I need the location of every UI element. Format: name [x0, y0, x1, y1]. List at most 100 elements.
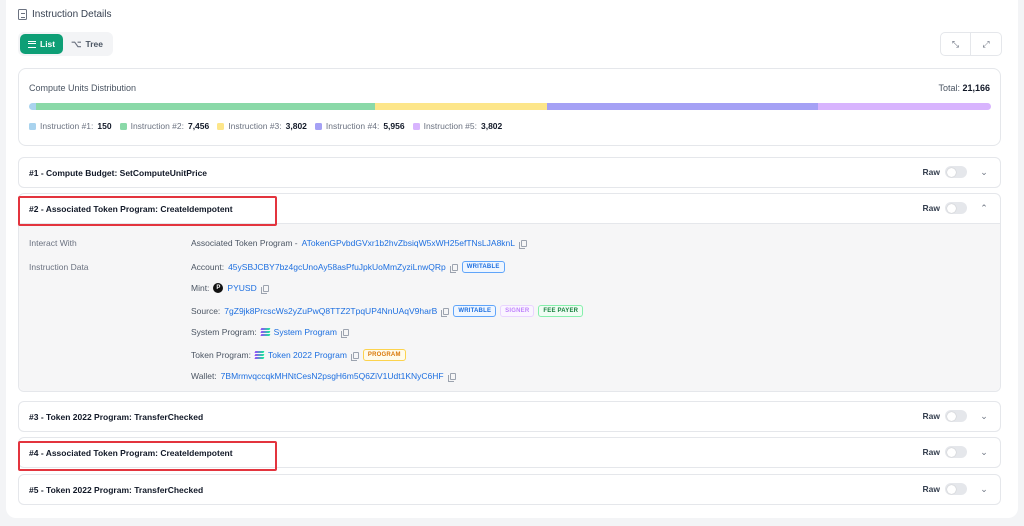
- writable-badge: WRITABLE: [453, 305, 497, 317]
- instruction-title: #1 - Compute Budget: SetComputeUnitPrice: [29, 168, 208, 178]
- mint-token[interactable]: PYUSD: [227, 283, 256, 293]
- wallet-row: Wallet: 7BMrmvqccqkMHNtCesN2psgH6m5Q6ZiV…: [191, 371, 456, 382]
- token-program-link[interactable]: Token 2022 Program: [268, 350, 347, 360]
- legend-label: Instruction #5:: [423, 121, 477, 131]
- section-header: Instruction Details: [18, 9, 111, 20]
- legend-item: Instruction #2: 7,456: [119, 121, 209, 131]
- interact-program-name: Associated Token Program -: [191, 238, 298, 248]
- source-address[interactable]: 7gZ9jk8PrcscWs2yZuPwQ8TTZ2TpqUP4NnUAqV9h…: [224, 306, 437, 316]
- token-program-row: Token Program: Token 2022 Program PROGRA…: [191, 349, 406, 361]
- list-view-label: List: [40, 39, 56, 49]
- copy-icon[interactable]: [340, 328, 349, 338]
- raw-label: Raw: [922, 167, 940, 177]
- legend-value: 3,802: [480, 121, 503, 131]
- expand-icon: ⤢: [982, 38, 990, 49]
- solana-icon: [254, 351, 265, 359]
- wallet-address[interactable]: 7BMrmvqccqkMHNtCesN2psgH6m5Q6ZiV1Udt1KNy…: [221, 371, 444, 381]
- mint-label: Mint:: [191, 283, 210, 293]
- legend-item: Instruction #5: 3,802: [412, 121, 503, 131]
- legend-label: Instruction #3:: [228, 121, 282, 131]
- legend-value: 150: [97, 121, 112, 131]
- chevron-down-icon[interactable]: ⌄: [978, 484, 990, 495]
- copy-icon[interactable]: [260, 284, 269, 294]
- raw-toggle[interactable]: [945, 483, 967, 495]
- account-address[interactable]: 45ySBJCBY7bz4gcUnoAy58asPfuJpkUoMmZyziLn…: [228, 262, 446, 272]
- source-row: Source: 7gZ9jk8PrcscWs2yZuPwQ8TTZ2TpqUP4…: [191, 305, 584, 317]
- copy-icon[interactable]: [441, 307, 450, 317]
- chevron-down-icon[interactable]: ⌄: [978, 167, 990, 178]
- system-program-row: System Program: System Program: [191, 327, 349, 338]
- legend-item: Instruction #1: 150: [29, 121, 112, 131]
- cu-segment-3: [374, 103, 548, 110]
- highlight-box: [18, 196, 277, 226]
- token-program-label: Token Program:: [191, 350, 251, 360]
- instruction-1-row[interactable]: #1 - Compute Budget: SetComputeUnitPrice…: [18, 157, 1001, 188]
- legend-item: Instruction #4: 5,956: [314, 121, 405, 131]
- cu-segment-1: [29, 103, 36, 110]
- solana-icon: [260, 328, 271, 336]
- cu-segment-4: [547, 103, 819, 110]
- instruction-5-row[interactable]: #5 - Token 2022 Program: TransferChecked…: [18, 474, 1001, 505]
- legend-swatch: [29, 122, 36, 130]
- copy-icon[interactable]: [449, 263, 458, 273]
- chevron-down-icon[interactable]: ⌄: [978, 411, 990, 422]
- section-title: Instruction Details: [32, 9, 112, 20]
- raw-label: Raw: [922, 484, 940, 494]
- raw-label: Raw: [922, 203, 940, 213]
- legend-value: 3,802: [285, 121, 307, 131]
- writable-badge: WRITABLE: [461, 261, 505, 273]
- legend-swatch: [314, 122, 322, 130]
- collapse-icon: ⤡: [951, 38, 960, 49]
- cu-segment-5: [818, 103, 991, 110]
- expand-all-button[interactable]: ⤢: [971, 32, 1002, 56]
- account-row: Account: 45ySBJCBY7bz4gcUnoAy58asPfuJpkU…: [191, 261, 505, 273]
- pyusd-token-icon: P: [213, 283, 224, 293]
- instruction-title: #5 - Token 2022 Program: TransferChecked: [29, 485, 204, 495]
- legend-item: Instruction #3: 3,802: [217, 121, 307, 131]
- raw-label: Raw: [922, 411, 940, 421]
- expand-collapse-controls: ⤡ ⤢: [940, 32, 1002, 56]
- source-label: Source:: [191, 306, 221, 316]
- system-program-label: System Program:: [191, 327, 257, 337]
- interact-with-label: Interact With: [29, 238, 77, 248]
- compute-units-card: Compute Units Distribution Total: 21,166…: [18, 68, 1001, 146]
- legend-value: 5,956: [383, 121, 405, 131]
- copy-icon[interactable]: [447, 372, 456, 382]
- mint-row: Mint: P PYUSD: [191, 283, 269, 294]
- interact-program-address[interactable]: ATokenGPvbdGVxr1b2hvZbsiqW5xWH25efTNsLJA…: [302, 238, 515, 248]
- tree-view-button[interactable]: ⌥ Tree: [63, 34, 111, 54]
- instruction-2-details: Interact With Associated Token Program -…: [19, 223, 1000, 391]
- view-toggle: List ⌥ Tree: [18, 32, 113, 56]
- legend-swatch: [412, 122, 420, 130]
- instruction-data-label: Instruction Data: [29, 262, 89, 272]
- raw-toggle[interactable]: [945, 166, 967, 178]
- total-value: 21,166: [962, 83, 990, 93]
- legend-swatch: [217, 122, 225, 130]
- compute-units-total: Total: 21,166: [938, 83, 990, 93]
- wallet-label: Wallet:: [191, 371, 217, 381]
- copy-icon[interactable]: [350, 351, 359, 361]
- chevron-down-icon[interactable]: ⌄: [978, 447, 990, 458]
- document-icon: [18, 9, 27, 20]
- copy-icon[interactable]: [519, 239, 528, 249]
- legend-swatch: [119, 122, 127, 130]
- collapse-all-button[interactable]: ⤡: [940, 32, 971, 56]
- instruction-details-panel: Instruction Details List ⌥ Tree ⤡ ⤢ Comp…: [6, 0, 1018, 518]
- compute-units-legend: Instruction #1: 150 Instruction #2: 7,456 In…: [29, 121, 502, 131]
- raw-toggle[interactable]: [945, 202, 967, 214]
- compute-units-bar: [29, 103, 991, 110]
- list-view-button[interactable]: List: [20, 34, 64, 54]
- raw-label: Raw: [922, 447, 940, 457]
- highlight-box: [18, 441, 277, 471]
- compute-units-title: Compute Units Distribution: [29, 83, 137, 93]
- interact-with-row: Associated Token Program - ATokenGPvbdGV…: [191, 238, 528, 249]
- tree-view-label: Tree: [85, 39, 104, 49]
- signer-badge: SIGNER: [500, 305, 535, 317]
- chevron-up-icon[interactable]: ⌃: [978, 203, 990, 214]
- raw-toggle[interactable]: [945, 410, 967, 422]
- instruction-3-row[interactable]: #3 - Token 2022 Program: TransferChecked…: [18, 401, 1001, 432]
- legend-label: Instruction #1:: [40, 121, 94, 131]
- system-program-link[interactable]: System Program: [274, 327, 337, 337]
- raw-toggle[interactable]: [945, 446, 967, 458]
- program-badge: PROGRAM: [362, 349, 406, 361]
